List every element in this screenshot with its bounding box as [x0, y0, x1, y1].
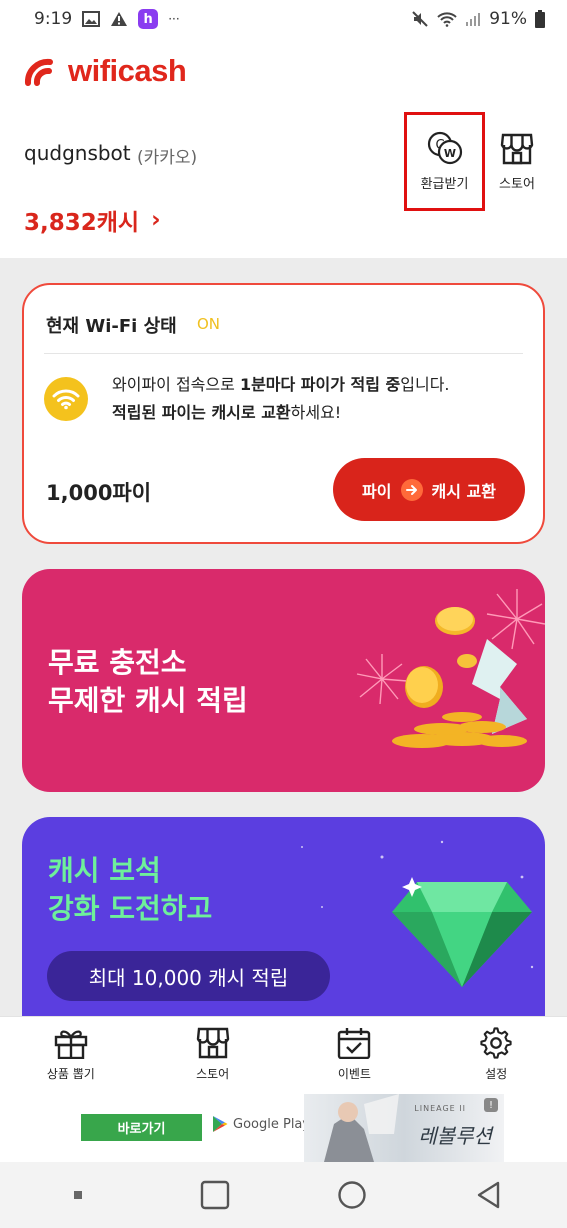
nav-item-settings[interactable]: 설정: [425, 1017, 567, 1094]
svg-text:W: W: [443, 147, 455, 160]
wifi-status-icon: [437, 11, 457, 27]
store-icon: [196, 1027, 229, 1059]
nav-item-prize-draw[interactable]: 상품 뽑기: [0, 1017, 142, 1094]
ad-banner[interactable]: 바로가기 Google Play LINEAGE II 레볼루션 !: [0, 1094, 567, 1162]
gem-title-line1: 캐시 보석: [48, 854, 161, 887]
bottom-nav: 상품 뽑기 스토어 이벤트 설정: [0, 1016, 567, 1094]
ad-character-illustration: [324, 1094, 399, 1162]
image-icon: [82, 11, 101, 27]
wifi-icon: [44, 377, 88, 421]
msg-bold: 적립된 파이는 캐시로 교환: [112, 403, 291, 422]
google-play-label: Google Play: [233, 1116, 311, 1132]
back-triangle-icon: [477, 1181, 499, 1209]
status-bar: 9:19 h ··· 91%: [0, 0, 567, 38]
wifi-message: 와이파이 접속으로 1분마다 파이가 적립 중입니다. 적립된 파이는 캐시로 …: [112, 371, 532, 427]
gem-title-line2: 강화 도전하고: [48, 892, 213, 925]
refund-label: 환급받기: [420, 177, 469, 192]
msg-bold: 1분마다 파이가 적립 중: [239, 375, 401, 394]
recent-apps-button[interactable]: [185, 1165, 245, 1225]
nav-item-event[interactable]: 이벤트: [284, 1017, 426, 1094]
ad-brand-small: LINEAGE II: [414, 1104, 466, 1113]
cash-amount: 3,832캐시: [24, 210, 140, 236]
store-icon: [500, 133, 534, 165]
warning-icon: [110, 11, 128, 27]
coins-lightning-illustration: [356, 589, 545, 748]
msg-text: 하세요!: [290, 403, 342, 422]
nav-label: 스토어: [196, 1067, 230, 1081]
system-nav-bar: [0, 1162, 567, 1228]
wifi-status-card: 현재 Wi-Fi 상태 ON 와이파이 접속으로 1분마다 파이가 적립 중입니…: [22, 283, 545, 544]
app-header: wificash qudgnsbot (카카오) 3,832캐시 › C W 환…: [0, 38, 567, 258]
exchange-from-label: 파이: [362, 481, 392, 501]
refund-button[interactable]: C W 환급받기: [404, 112, 485, 211]
app-logo: wificash: [24, 53, 187, 89]
ad-info-icon[interactable]: !: [484, 1098, 498, 1112]
calendar-check-icon: [338, 1028, 371, 1059]
msg-text: 와이파이 접속으로: [112, 375, 240, 394]
username: qudgnsbot: [24, 141, 131, 165]
store-button[interactable]: 스토어: [492, 133, 542, 192]
google-play-badge: Google Play: [212, 1115, 310, 1133]
free-charge-banner[interactable]: 무료 충전소 무제한 캐시 적립: [22, 569, 545, 792]
google-play-icon: [213, 1116, 228, 1132]
nav-label: 이벤트: [337, 1067, 371, 1081]
wifi-card-title: 현재 Wi-Fi 상태: [46, 316, 177, 337]
login-type: (카카오): [137, 148, 198, 168]
chevron-right-icon: ›: [151, 207, 161, 233]
logo-text: wificash: [68, 53, 187, 88]
exchange-button[interactable]: 파이 캐시 교환: [333, 458, 525, 521]
square-icon: [200, 1180, 230, 1210]
status-time: 9:19: [34, 9, 73, 29]
arrow-right-icon: [400, 478, 423, 501]
ad-go-button[interactable]: 바로가기: [81, 1114, 202, 1141]
wifi-logo-icon: [24, 58, 53, 86]
ad-image: LINEAGE II 레볼루션 !: [304, 1094, 504, 1162]
wifi-status-badge: ON: [197, 315, 221, 333]
recents-dot-button[interactable]: [48, 1165, 108, 1225]
gift-icon: [54, 1030, 88, 1059]
mute-icon: [411, 10, 429, 28]
cash-balance-link[interactable]: 3,832캐시 ›: [24, 203, 161, 237]
gem-upgrade-banner[interactable]: 캐시 보석 강화 도전하고 최대 10,000 캐시 적립: [22, 817, 545, 1027]
back-button[interactable]: [459, 1165, 519, 1225]
coin-exchange-icon: C W: [427, 131, 462, 165]
app-notification-icon: h: [138, 9, 159, 29]
nav-item-store[interactable]: 스토어: [142, 1017, 284, 1094]
emerald-gem-illustration: [392, 877, 532, 987]
ad-brand-title: 레볼루션: [418, 1124, 492, 1148]
battery-icon: [535, 10, 545, 28]
nav-label: 상품 뽑기: [46, 1067, 95, 1081]
msg-text: 입니다.: [400, 375, 450, 394]
pie-amount: 1,000파이: [46, 481, 152, 505]
more-notifications: ···: [168, 12, 180, 26]
dot-icon: [74, 1191, 83, 1199]
banner-title-line1: 무료 충전소: [48, 646, 187, 679]
home-button[interactable]: [322, 1165, 382, 1225]
gear-icon: [480, 1027, 512, 1059]
banner-title-line2: 무제한 캐시 적립: [48, 684, 248, 717]
exchange-to-label: 캐시 교환: [431, 481, 496, 501]
divider: [44, 353, 523, 354]
gem-reward-pill: 최대 10,000 캐시 적립: [47, 951, 330, 1001]
signal-icon: [465, 11, 481, 27]
store-label: 스토어: [499, 177, 535, 192]
battery-level: 91%: [489, 9, 527, 29]
circle-icon: [338, 1181, 366, 1209]
nav-label: 설정: [485, 1067, 508, 1081]
